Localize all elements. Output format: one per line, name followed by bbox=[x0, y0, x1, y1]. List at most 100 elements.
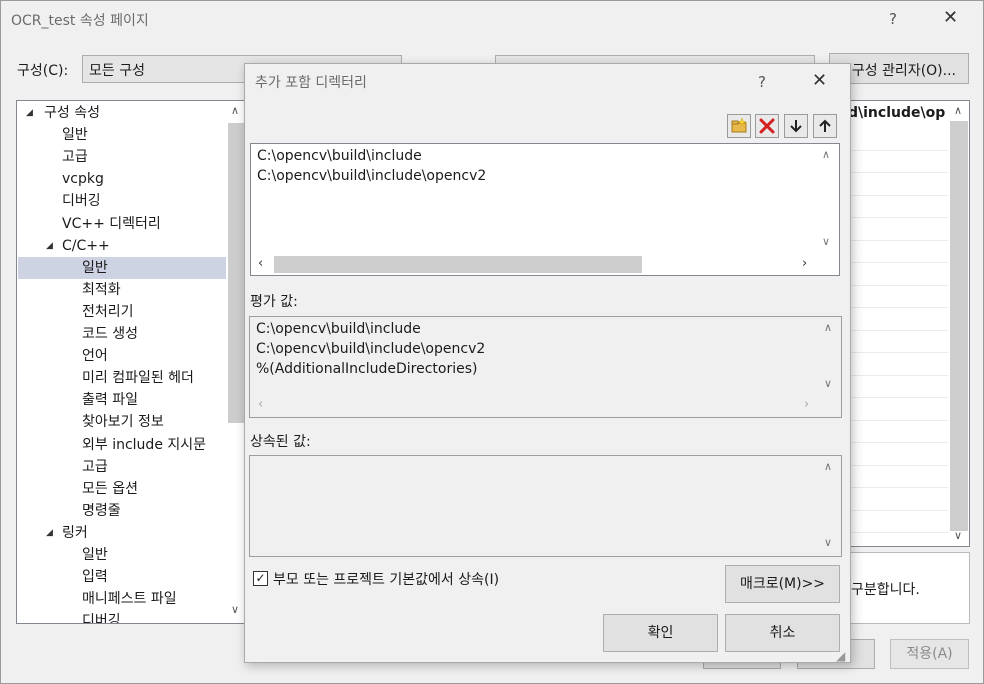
tree-item[interactable]: 모든 옵션 bbox=[18, 478, 218, 500]
inherited-value-label: 상속된 값: bbox=[250, 434, 311, 450]
tree-item[interactable]: ◢ C/C++ bbox=[18, 235, 218, 257]
editor-scroll-right-icon[interactable]: › bbox=[802, 256, 807, 271]
tree-item[interactable]: 명령줄 bbox=[18, 500, 218, 522]
window-close-button[interactable]: ✕ bbox=[943, 7, 958, 28]
tree-item-label: 코드 생성 bbox=[82, 326, 138, 342]
tree-item-label: vcpkg bbox=[62, 171, 104, 188]
tree-item-label: 출력 파일 bbox=[82, 392, 138, 409]
description-text: 구분합니다. bbox=[851, 582, 920, 598]
tree-item[interactable]: 언어 bbox=[18, 345, 218, 367]
dialog-help-button[interactable]: ? bbox=[758, 73, 766, 91]
tree-item-label: 일반 bbox=[62, 127, 88, 144]
delete-line-button[interactable] bbox=[755, 114, 779, 138]
tree-item[interactable]: 일반 bbox=[18, 124, 218, 146]
move-down-button[interactable] bbox=[784, 114, 808, 138]
editor-hscroll-thumb[interactable] bbox=[274, 256, 642, 273]
window-title: OCR_test 속성 페이지 bbox=[11, 13, 149, 29]
grid-row-divider bbox=[848, 217, 948, 218]
include-directories-dialog: 추가 포함 디렉터리 ? ✕ C:\opencv\build\include C… bbox=[244, 63, 851, 663]
tree-item-label: 매니페스트 파일 bbox=[82, 591, 177, 608]
tree-item-label: 디버깅 bbox=[62, 193, 101, 210]
tree-item-label: 언어 bbox=[82, 348, 108, 365]
tree-item[interactable]: 입력 bbox=[18, 566, 218, 588]
resize-grip-icon[interactable]: ◢ bbox=[836, 649, 845, 663]
evaluated-value-box: C:\opencv\build\include C:\opencv\build\… bbox=[249, 316, 842, 418]
evaluated-line: %(AdditionalIncludeDirectories) bbox=[256, 361, 478, 377]
tree-item[interactable]: ◢ 링커 bbox=[18, 522, 218, 544]
grid-row-divider bbox=[848, 487, 948, 488]
expand-arrow-icon[interactable]: ◢ bbox=[46, 235, 53, 257]
path-line[interactable]: C:\opencv\build\include bbox=[257, 148, 422, 164]
grid-row-divider bbox=[848, 464, 948, 466]
tree-scrollbar-thumb[interactable] bbox=[228, 123, 244, 423]
tree-item[interactable]: vcpkg bbox=[18, 168, 218, 190]
tree-item[interactable]: 최적화 bbox=[18, 279, 218, 301]
tree-item[interactable]: 디버깅 bbox=[18, 190, 218, 212]
tree-scroll-down-icon[interactable]: ∨ bbox=[231, 603, 239, 616]
tree-item[interactable]: 찾아보기 정보 bbox=[18, 411, 218, 433]
tree-item[interactable]: 미리 컴파일된 헤더 bbox=[18, 367, 218, 389]
new-folder-icon bbox=[731, 117, 747, 133]
config-label: 구성(C): bbox=[17, 63, 69, 79]
property-tree[interactable]: ∧ ∨ ◢ 구성 속성 일반 고급 vcpkg 디버깅 VC++ 디렉터리 ◢ C/C++ 일반 최… bbox=[16, 100, 246, 624]
tree-item[interactable]: ◢ 구성 속성 bbox=[18, 102, 218, 124]
inherited-scroll-down-icon[interactable]: ∨ bbox=[824, 536, 832, 549]
new-line-button[interactable] bbox=[727, 114, 751, 138]
ok-button[interactable]: 확인 bbox=[603, 614, 718, 652]
cancel-button[interactable]: 취소 bbox=[725, 614, 840, 652]
grid-row-divider bbox=[848, 352, 948, 353]
editor-scroll-left-icon[interactable]: ‹ bbox=[258, 256, 263, 271]
editor-scroll-down-icon[interactable]: ∨ bbox=[822, 235, 830, 248]
property-grid[interactable]: d\include\op ∧ ∨ bbox=[847, 100, 970, 547]
grid-row-divider bbox=[848, 419, 948, 421]
tree-item-label: 미리 컴파일된 헤더 bbox=[82, 370, 194, 387]
dialog-close-button[interactable]: ✕ bbox=[812, 70, 827, 91]
grid-row-divider bbox=[848, 307, 948, 308]
macro-button[interactable]: 매크로(M)>> bbox=[725, 565, 840, 603]
grid-row-divider bbox=[848, 262, 948, 263]
tree-scroll-up-icon[interactable]: ∧ bbox=[231, 104, 239, 117]
editor-scroll-up-icon[interactable]: ∧ bbox=[822, 148, 830, 161]
apply-button[interactable]: 적용(A) bbox=[890, 639, 969, 669]
include-paths-editor[interactable]: C:\opencv\build\include C:\opencv\build\… bbox=[250, 143, 840, 276]
move-up-button[interactable] bbox=[813, 114, 837, 138]
inherited-scroll-up-icon[interactable]: ∧ bbox=[824, 460, 832, 473]
tree-item[interactable]: 고급 bbox=[18, 146, 218, 168]
tree-item-label: C/C++ bbox=[62, 237, 110, 254]
tree-item[interactable]: VC++ 디렉터리 bbox=[18, 213, 218, 235]
tree-item[interactable]: 일반 bbox=[18, 256, 226, 279]
tree-item-label: 고급 bbox=[62, 149, 88, 166]
grid-scroll-down-icon[interactable]: ∨ bbox=[954, 529, 962, 542]
tree-item-label: 입력 bbox=[82, 569, 108, 586]
expand-arrow-icon[interactable]: ◢ bbox=[46, 522, 53, 544]
tree-item[interactable]: 코드 생성 bbox=[18, 323, 218, 345]
evaluated-value-label: 평가 값: bbox=[250, 294, 298, 310]
tree-item[interactable]: 디버깅 bbox=[18, 610, 218, 623]
delete-icon bbox=[759, 118, 775, 134]
tree-item[interactable]: 매니페스트 파일 bbox=[18, 588, 218, 610]
inherit-checkbox[interactable]: ✓ bbox=[253, 571, 268, 586]
tree-item-label: 고급 bbox=[82, 458, 108, 475]
tree-item[interactable]: 외부 include 지시문 bbox=[18, 434, 218, 456]
path-line[interactable]: C:\opencv\build\include\opencv2 bbox=[257, 168, 486, 184]
inherit-checkbox-label[interactable]: 부모 또는 프로젝트 기본값에서 상속(I) bbox=[273, 569, 499, 589]
tree-item-label: 모든 옵션 bbox=[82, 480, 138, 497]
tree-item[interactable]: 일반 bbox=[18, 544, 218, 566]
grid-scroll-up-icon[interactable]: ∧ bbox=[954, 104, 962, 117]
tree-item-label: 전처리기 bbox=[82, 303, 134, 320]
tree-item[interactable]: 출력 파일 bbox=[18, 389, 218, 411]
tree-item-label: 일반 bbox=[82, 259, 108, 276]
eval-scroll-left-icon[interactable]: ‹ bbox=[258, 397, 263, 412]
eval-scroll-up-icon[interactable]: ∧ bbox=[824, 321, 832, 334]
expand-arrow-icon[interactable]: ◢ bbox=[26, 102, 33, 124]
window-help-button[interactable]: ? bbox=[889, 10, 897, 28]
tree-item[interactable]: 전처리기 bbox=[18, 301, 218, 323]
eval-scroll-down-icon[interactable]: ∨ bbox=[824, 377, 832, 390]
tree-item[interactable]: 고급 bbox=[18, 456, 218, 478]
eval-scroll-right-icon[interactable]: › bbox=[804, 397, 809, 412]
config-select-value: 모든 구성 bbox=[89, 63, 145, 79]
grid-scrollbar-thumb[interactable] bbox=[950, 121, 968, 531]
dialog-title: 추가 포함 디렉터리 bbox=[255, 75, 367, 91]
grid-row-divider bbox=[848, 509, 948, 511]
tree-item-label: 명령줄 bbox=[82, 502, 121, 519]
